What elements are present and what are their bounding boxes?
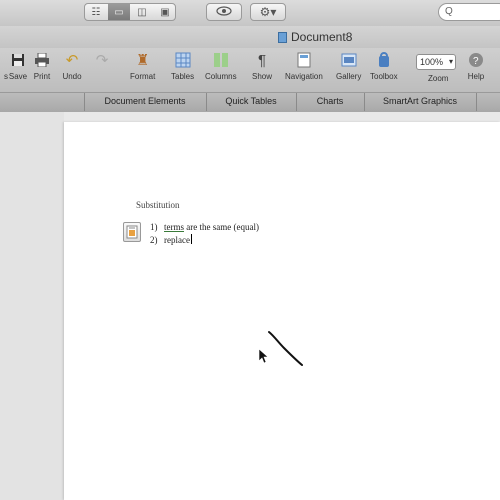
redo-icon: ↷: [95, 52, 109, 69]
underlined-word: terms: [164, 222, 184, 232]
print-button[interactable]: Print: [32, 50, 52, 81]
tab-quick-tables[interactable]: Quick Tables: [206, 96, 296, 106]
columns-button[interactable]: Columns: [205, 50, 237, 81]
pilcrow-icon: ¶: [257, 51, 267, 69]
save-icon: [8, 50, 28, 70]
tab-smartart-graphics[interactable]: SmartArt Graphics: [364, 96, 476, 106]
ink-annotation-stroke: [268, 331, 303, 366]
redo-button[interactable]: ↷: [92, 50, 112, 72]
print-layout-icon[interactable]: ▭: [108, 4, 130, 20]
help-icon: ?: [466, 50, 486, 70]
list-text: replace: [164, 235, 190, 245]
tab-document-elements[interactable]: Document Elements: [84, 96, 206, 106]
window-toolbar-strip: ☷ ▭ ◫ ▣ ⚙▾ Q: [0, 0, 500, 26]
toolbox-button[interactable]: Toolbox: [370, 50, 398, 81]
document-icon: [278, 31, 287, 43]
text-caret: [190, 234, 192, 244]
search-input[interactable]: Q: [438, 3, 500, 21]
document-canvas: Substitution 1) terms are the same (equal…: [0, 112, 500, 500]
draft-view-icon[interactable]: ☷: [85, 4, 107, 20]
show-button[interactable]: ¶ Show: [252, 50, 272, 82]
chevron-down-icon: ▾: [448, 57, 453, 66]
ribbon-tabs: Document Elements Quick Tables Charts Sm…: [0, 92, 500, 112]
window-title: Document8: [278, 30, 352, 44]
ribbon-divider: [476, 93, 477, 111]
svg-text:?: ?: [473, 56, 479, 67]
zoom-label-item: Zoom: [428, 74, 449, 83]
navigation-icon: [294, 50, 314, 70]
list-number: 2): [150, 235, 158, 245]
view-switcher[interactable]: ☷ ▭ ◫ ▣: [84, 3, 176, 21]
notebook-view-icon[interactable]: ◫: [131, 4, 153, 20]
gallery-button[interactable]: Gallery: [336, 50, 361, 81]
document-heading: Substitution: [136, 200, 180, 210]
list-number: 1): [150, 222, 158, 232]
mouse-pointer-icon: [258, 348, 269, 364]
navigation-button[interactable]: Navigation: [285, 50, 323, 81]
undo-button[interactable]: ↶ Undo: [62, 50, 82, 81]
title-bar: Document8: [0, 26, 500, 48]
columns-icon: [211, 50, 231, 70]
list-item[interactable]: 2) replace: [150, 234, 192, 245]
zoom-value: 100%: [420, 57, 444, 67]
tables-button[interactable]: Tables: [171, 50, 194, 81]
gear-icon: ⚙▾: [259, 5, 277, 19]
gallery-icon: [339, 50, 359, 70]
undo-icon: ↶: [65, 52, 79, 69]
action-menu-button[interactable]: ⚙▾: [250, 3, 286, 21]
zoom-select[interactable]: 100% ▾: [416, 54, 456, 70]
toolbox-icon: [374, 50, 394, 70]
help-button[interactable]: ? Help: [466, 50, 486, 81]
save-button[interactable]: Save: [8, 50, 28, 81]
left-gutter: [0, 112, 64, 500]
list-autoformat-icon[interactable]: [123, 222, 141, 242]
list-item[interactable]: 1) terms are the same (equal): [150, 222, 259, 232]
publishing-view-icon[interactable]: ▣: [154, 4, 176, 20]
eye-icon: [216, 3, 232, 21]
document-page[interactable]: Substitution 1) terms are the same (equal…: [64, 122, 500, 500]
list-text: are the same (equal): [184, 222, 259, 232]
document-title: Document8: [291, 30, 353, 44]
table-icon: [173, 50, 193, 70]
print-icon: [32, 50, 52, 70]
format-button[interactable]: ♜ Format: [130, 50, 155, 81]
format-brush-icon: ♜: [135, 52, 150, 69]
tab-charts[interactable]: Charts: [296, 96, 364, 106]
preview-button[interactable]: [206, 3, 242, 21]
